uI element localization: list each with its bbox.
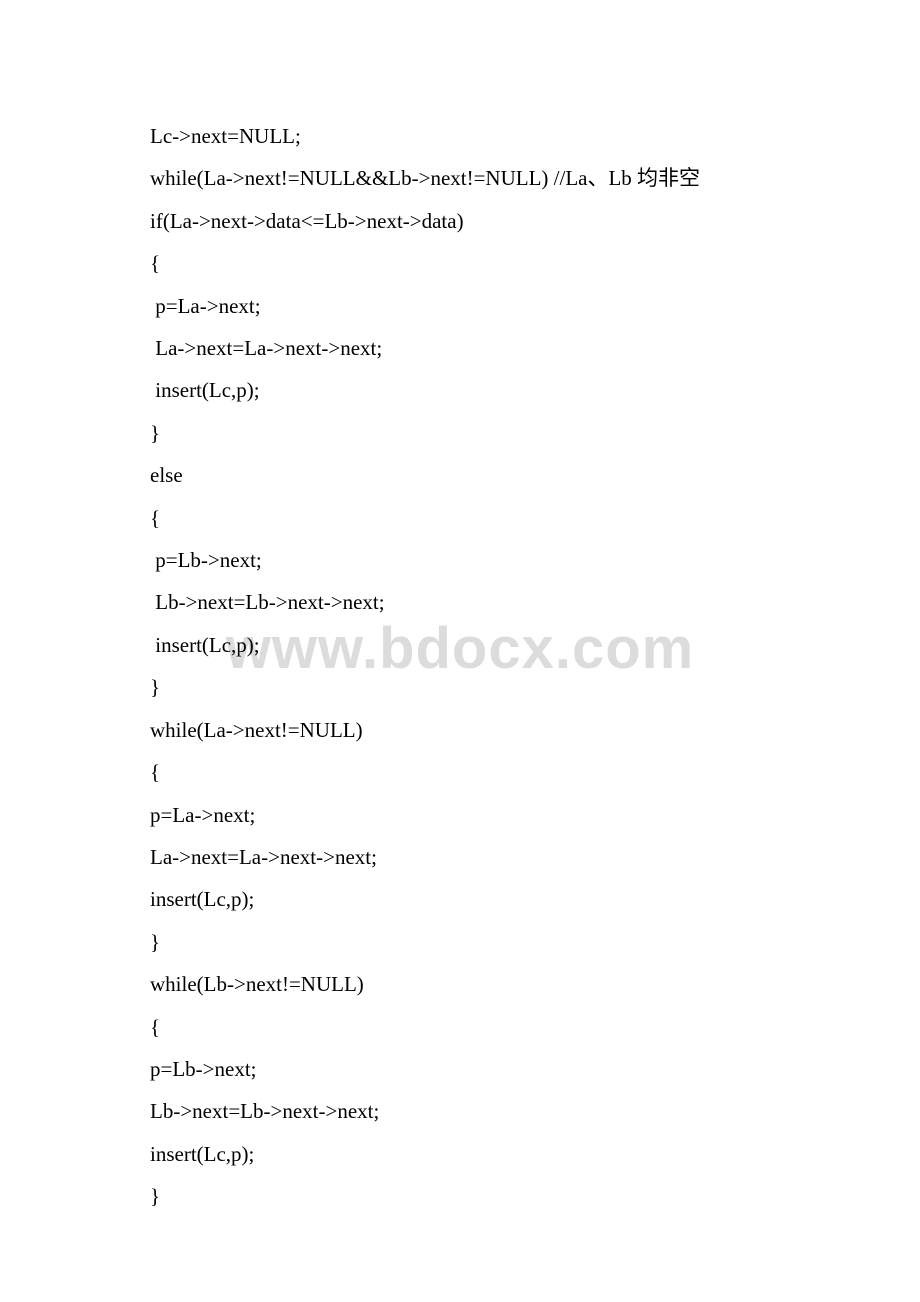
code-line: else bbox=[150, 454, 770, 496]
code-line: { bbox=[150, 751, 770, 793]
code-line: Lc->next=NULL; bbox=[150, 115, 770, 157]
code-line: { bbox=[150, 497, 770, 539]
code-line: Lb->next=Lb->next->next; bbox=[150, 581, 770, 623]
code-line: La->next=La->next->next; bbox=[150, 836, 770, 878]
code-line: insert(Lc,p); bbox=[150, 1133, 770, 1175]
code-line: p=La->next; bbox=[150, 285, 770, 327]
code-line: while(La->next!=NULL) bbox=[150, 709, 770, 751]
code-line: } bbox=[150, 412, 770, 454]
code-line: insert(Lc,p); bbox=[150, 369, 770, 411]
code-line: p=Lb->next; bbox=[150, 539, 770, 581]
code-line: } bbox=[150, 666, 770, 708]
code-line: { bbox=[150, 242, 770, 284]
code-line: } bbox=[150, 921, 770, 963]
code-line: Lb->next=Lb->next->next; bbox=[150, 1090, 770, 1132]
code-line: insert(Lc,p); bbox=[150, 624, 770, 666]
code-line: { bbox=[150, 1006, 770, 1048]
code-line: insert(Lc,p); bbox=[150, 878, 770, 920]
code-content: Lc->next=NULL; while(La->next!=NULL&&Lb-… bbox=[0, 0, 920, 1218]
code-line: while(La->next!=NULL&&Lb->next!=NULL) //… bbox=[150, 157, 770, 199]
code-line: La->next=La->next->next; bbox=[150, 327, 770, 369]
code-line: } bbox=[150, 1175, 770, 1217]
code-line: p=La->next; bbox=[150, 794, 770, 836]
code-line: while(Lb->next!=NULL) bbox=[150, 963, 770, 1005]
code-line: if(La->next->data<=Lb->next->data) bbox=[150, 200, 770, 242]
code-line: p=Lb->next; bbox=[150, 1048, 770, 1090]
